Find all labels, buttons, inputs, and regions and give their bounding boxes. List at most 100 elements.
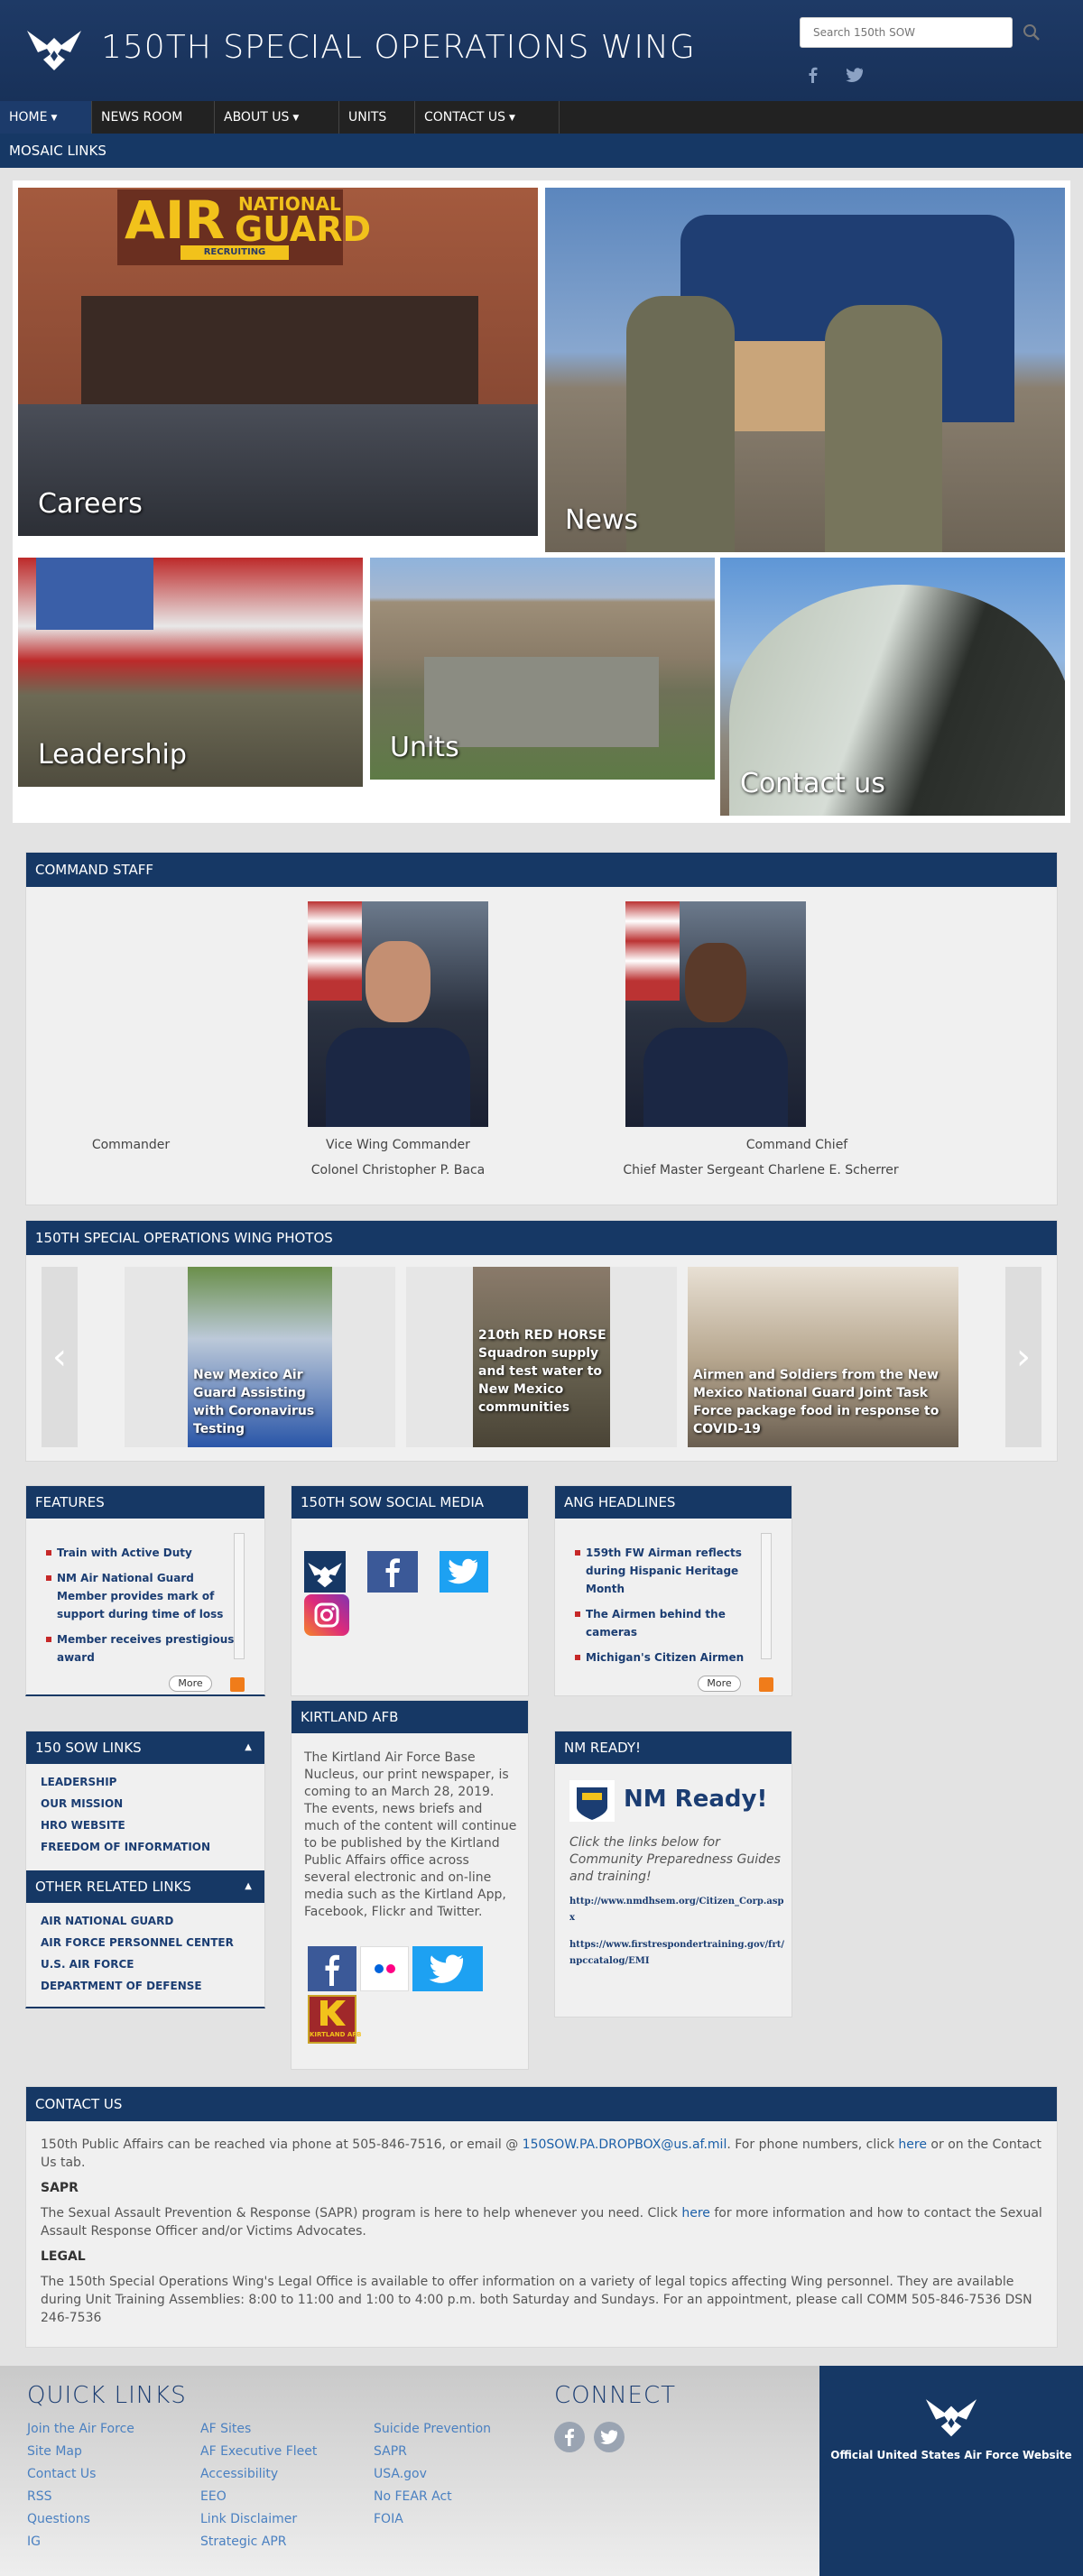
nav-about-us[interactable]: ABOUT US ▼ <box>215 101 339 134</box>
carousel-prev-button[interactable]: ‹ <box>42 1267 78 1447</box>
search-icon[interactable] <box>1020 21 1043 44</box>
facebook-icon[interactable] <box>554 2422 585 2452</box>
twitter-icon[interactable] <box>845 65 865 85</box>
command-chief-photo[interactable] <box>625 901 806 1127</box>
list-item[interactable]: 159th FW Airman reflects during Hispanic… <box>575 1544 763 1598</box>
site-title[interactable]: 150TH SPECIAL OPERATIONS WING <box>101 29 696 66</box>
phone-numbers-link[interactable]: here <box>898 2137 927 2152</box>
vice-commander-name[interactable]: Colonel Christopher P. Baca <box>290 1163 506 1177</box>
sow-links-title[interactable]: 150 SOW LINKS ▲ <box>26 1731 264 1764</box>
tile-label: News <box>565 504 639 536</box>
footer-link[interactable]: Contact Us <box>27 2463 134 2486</box>
facebook-icon[interactable] <box>803 65 823 85</box>
photos-title: 150TH SPECIAL OPERATIONS WING PHOTOS <box>26 1221 1057 1255</box>
photo-card[interactable]: New Mexico Air Guard Assisting with Coro… <box>125 1267 395 1447</box>
link-item[interactable]: LEADERSHIP <box>41 1771 210 1793</box>
footer-link[interactable]: Accessibility <box>200 2463 317 2486</box>
air-force-logo-icon[interactable] <box>304 1551 346 1593</box>
group-photo <box>424 657 659 747</box>
sow-links-title-text: 150 SOW LINKS <box>35 1740 142 1756</box>
quick-links-title: QUICK LINKS <box>27 2382 187 2409</box>
twitter-icon[interactable] <box>594 2422 625 2452</box>
command-chief-name[interactable]: Chief Master Sergeant Charlene E. Scherr… <box>589 1163 932 1177</box>
command-staff-panel: COMMAND STAFF Commander Vice Wing Comman… <box>25 852 1058 1205</box>
list-item[interactable]: The Airmen behind the cameras <box>575 1605 763 1641</box>
vice-commander-photo[interactable] <box>308 901 488 1127</box>
footer-link[interactable]: Suicide Prevention <box>374 2418 491 2441</box>
footer-link[interactable]: AF Sites <box>200 2418 317 2441</box>
footer-link[interactable]: SAPR <box>374 2441 491 2463</box>
flickr-icon[interactable] <box>360 1946 409 1991</box>
footer-link[interactable]: Strategic APR <box>200 2531 317 2553</box>
features-title: FEATURES <box>26 1486 264 1519</box>
footer-link[interactable]: Site Map <box>27 2441 134 2463</box>
chevron-down-icon: ▼ <box>508 114 515 123</box>
list-item[interactable]: Train with Active Duty <box>46 1544 236 1562</box>
ang-more-button[interactable]: More <box>698 1676 741 1692</box>
kirtland-badge-icon[interactable]: KIRTLAND AFB <box>308 1995 361 2044</box>
nav-news-room[interactable]: NEWS ROOM <box>92 101 215 134</box>
nav-contact-us[interactable]: CONTACT US ▼ <box>415 101 560 134</box>
quick-links-col-3: Suicide Prevention SAPR USA.gov No FEAR … <box>374 2418 491 2531</box>
link-item[interactable]: FREEDOM OF INFORMATION <box>41 1836 210 1858</box>
legal-heading: LEGAL <box>41 2249 86 2264</box>
nm-ready-link-2[interactable]: https://www.firstrespondertraining.gov/f… <box>569 1937 786 1970</box>
other-links-title[interactable]: OTHER RELATED LINKS ▲ <box>26 1870 264 1903</box>
footer-link[interactable]: No FEAR Act <box>374 2486 491 2508</box>
facebook-icon[interactable] <box>367 1551 418 1593</box>
scrollbar[interactable] <box>234 1533 245 1659</box>
footer-link[interactable]: RSS <box>27 2486 134 2508</box>
footer-link[interactable]: AF Executive Fleet <box>200 2441 317 2463</box>
carousel-next-button[interactable]: › <box>1005 1267 1041 1447</box>
footer-link[interactable]: FOIA <box>374 2508 491 2531</box>
footer-link[interactable]: EEO <box>200 2486 317 2508</box>
link-item[interactable]: HRO WEBSITE <box>41 1814 210 1836</box>
command-staff-title: COMMAND STAFF <box>26 853 1057 887</box>
air-force-logo-icon[interactable] <box>25 18 83 76</box>
tile-contact-us[interactable]: Contact us <box>720 558 1065 816</box>
tile-label: Units <box>390 732 459 763</box>
photo-caption: New Mexico Air Guard Assisting with Coro… <box>193 1368 315 1436</box>
quick-links-col-2: AF Sites AF Executive Fleet Accessibilit… <box>200 2418 317 2553</box>
nav-label: NEWS ROOM <box>101 110 183 125</box>
link-item[interactable]: DEPARTMENT OF DEFENSE <box>41 1975 234 1997</box>
contact-email-link[interactable]: 150SOW.PA.DROPBOX@us.af.mil <box>523 2137 727 2152</box>
link-item[interactable]: AIR NATIONAL GUARD <box>41 1910 234 1932</box>
photo-card[interactable]: Airmen and Soldiers from the New Mexico … <box>688 1267 958 1447</box>
search-input[interactable] <box>800 17 1013 48</box>
footer-link[interactable]: Questions <box>27 2508 134 2531</box>
nm-ready-link-1[interactable]: http://www.nmdhsem.org/Citizen_Corp.aspx <box>569 1894 786 1926</box>
nav-home[interactable]: HOME ▼ <box>0 101 92 134</box>
rss-icon[interactable] <box>759 1677 773 1692</box>
tile-leadership[interactable]: Leadership <box>18 558 363 787</box>
rss-icon[interactable] <box>230 1677 245 1692</box>
sapr-here-link[interactable]: here <box>681 2206 710 2221</box>
list-item[interactable]: NM Air National Guard Member provides ma… <box>46 1569 236 1623</box>
tile-news[interactable]: News <box>545 188 1065 552</box>
photo-card[interactable]: 210th RED HORSE Squadron supply and test… <box>406 1267 677 1447</box>
soldier-right <box>825 305 942 552</box>
twitter-icon[interactable] <box>440 1551 488 1593</box>
recruiting-sign: AIR NATIONAL GUARD RECRUITING <box>117 189 371 265</box>
tile-units[interactable]: Units <box>370 558 715 780</box>
instagram-icon[interactable] <box>304 1594 349 1636</box>
list-item[interactable]: Member receives prestigious award <box>46 1630 236 1667</box>
footer-link[interactable]: USA.gov <box>374 2463 491 2486</box>
scrollbar[interactable] <box>761 1533 772 1659</box>
facebook-icon[interactable] <box>308 1946 356 1991</box>
footer-link[interactable]: Link Disclaimer <box>200 2508 317 2531</box>
footer-link[interactable]: IG <box>27 2531 134 2553</box>
list-item[interactable]: Michigan's Citizen Airmen <box>575 1648 763 1667</box>
tile-careers[interactable]: AIR NATIONAL GUARD RECRUITING Careers <box>18 188 538 536</box>
link-item[interactable]: U.S. AIR FORCE <box>41 1953 234 1975</box>
link-item[interactable]: OUR MISSION <box>41 1793 210 1814</box>
ang-headlines-list: 159th FW Airman reflects during Hispanic… <box>575 1544 763 1676</box>
nav-label: ABOUT US <box>224 110 290 125</box>
footer-link[interactable]: Join the Air Force <box>27 2418 134 2441</box>
features-more-button[interactable]: More <box>169 1676 212 1692</box>
official-af-panel[interactable]: Official United States Air Force Website <box>819 2366 1083 2576</box>
link-item[interactable]: AIR FORCE PERSONNEL CENTER <box>41 1932 234 1953</box>
contact-paragraph: 150th Public Affairs can be reached via … <box>41 2136 1042 2172</box>
twitter-icon[interactable] <box>412 1946 483 1991</box>
nav-units[interactable]: UNITS <box>339 101 415 134</box>
